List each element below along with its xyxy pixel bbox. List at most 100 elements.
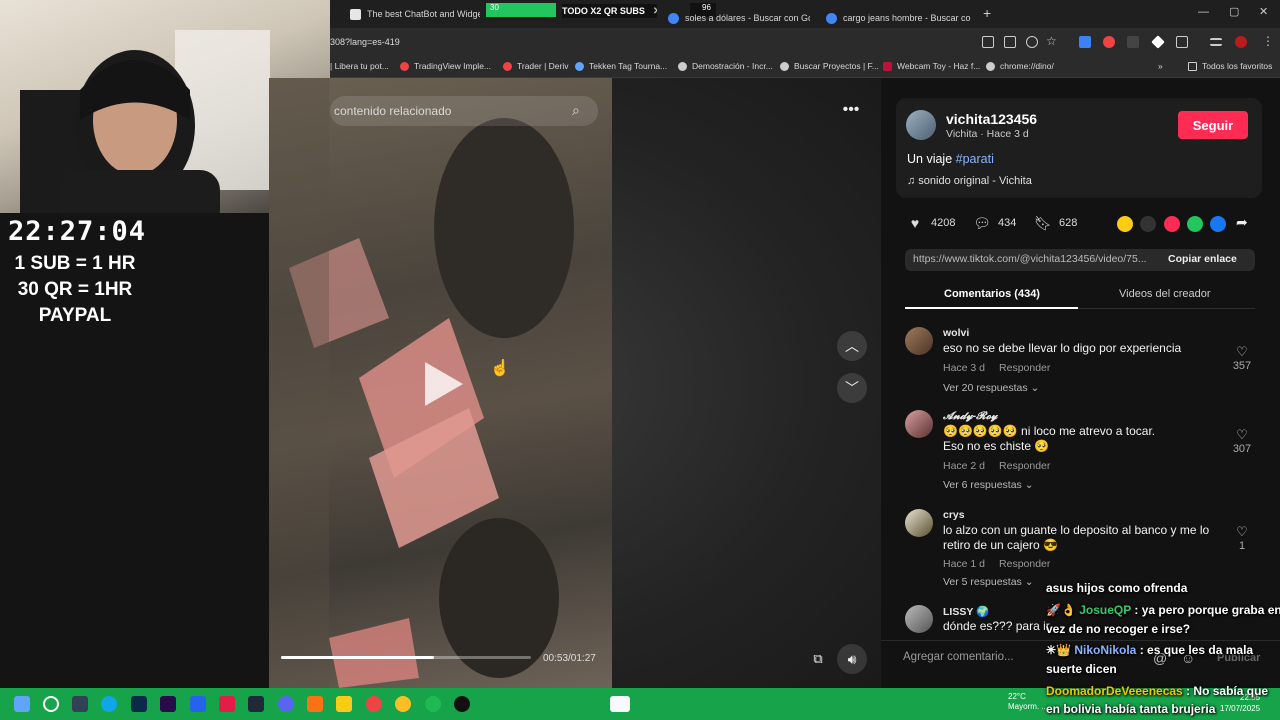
reply-button[interactable]: Responder (999, 362, 1050, 374)
new-tab-button[interactable]: + (983, 5, 991, 21)
extension-icon[interactable] (1103, 36, 1115, 48)
reply-button[interactable]: Responder (999, 558, 1050, 570)
related-search[interactable]: contenido relacionado ⌕ (330, 96, 598, 126)
brave-icon[interactable] (307, 696, 323, 712)
comment-author[interactable]: 𝓐𝓷𝓭𝔂-𝓡𝓸𝔂 (943, 410, 997, 423)
zoom-icon[interactable] (1026, 36, 1038, 48)
chevron-up-icon[interactable]: ︿ (837, 331, 867, 361)
chrome-icon[interactable] (395, 696, 411, 712)
more-bookmarks-icon[interactable]: » (1158, 61, 1163, 71)
avatar[interactable] (905, 410, 933, 438)
tab-creator-videos[interactable]: Videos del creador (1119, 288, 1211, 300)
comment-like-button[interactable]: ♡ 357 (1231, 344, 1253, 372)
minimize-button[interactable]: — (1198, 6, 1209, 18)
sound-link[interactable]: ♫ sonido original - Vichita (907, 175, 1032, 187)
video-link[interactable]: https://www.tiktok.com/@vichita123456/vi… (913, 253, 1159, 265)
comment-like-button[interactable]: ♡ 1 (1231, 524, 1253, 552)
send-icon[interactable] (1164, 216, 1180, 232)
bookmark[interactable]: Buscar Proyectos | F... (780, 61, 879, 71)
comment-age: Hace 2 d (943, 460, 986, 472)
spotify-icon[interactable] (425, 696, 441, 712)
search-icon[interactable] (43, 696, 59, 712)
close-icon[interactable]: ✕ (653, 6, 657, 17)
reply-button[interactable]: Responder (999, 460, 1050, 472)
bookmark[interactable]: chrome://dino/ (986, 61, 1054, 71)
window-preview-icon[interactable] (610, 696, 630, 712)
obs-icon[interactable] (454, 696, 470, 712)
save-stat[interactable]: 🔖︎ 628 (1034, 214, 1077, 232)
bookmark[interactable]: Trader | Deriv (503, 61, 569, 71)
play-icon[interactable] (425, 362, 463, 406)
avatar[interactable] (1235, 36, 1247, 48)
comment-author[interactable]: wolvi (943, 327, 969, 339)
like-stat[interactable]: ♥ 4208 (906, 214, 956, 232)
bookmark[interactable]: Demostración - Incr... (678, 61, 773, 71)
chat-username: NikoNikola (1074, 643, 1137, 657)
comment-author[interactable]: crys (943, 509, 965, 521)
premiere-icon[interactable] (160, 696, 176, 712)
extension-icon[interactable] (1127, 36, 1139, 48)
view-replies-button[interactable]: Ver 5 respuestas ⌄ (943, 576, 1034, 588)
comment-author[interactable]: LISSY 🌍 (943, 605, 989, 618)
tab-chatbot[interactable]: The best ChatBot and Widgets (350, 4, 480, 24)
gamepad-icon[interactable] (72, 696, 88, 712)
tab-soles[interactable]: soles a dólares - Buscar con Go ✕ (668, 8, 810, 28)
comment-input[interactable]: Agregar comentario... (903, 651, 1014, 663)
hashtag-link[interactable]: #parati (956, 152, 994, 166)
follow-button[interactable]: Seguir (1178, 111, 1248, 139)
comment-like-button[interactable]: ♡ 307 (1231, 427, 1253, 455)
cast-icon[interactable] (982, 36, 994, 48)
weather-widget[interactable]: 22°C Mayorm. ... (1008, 692, 1048, 712)
chevron-down-icon[interactable]: ﹀ (837, 373, 867, 403)
url-field[interactable]: 308?lang=es-419 (330, 37, 400, 47)
bookmark[interactable]: TradingView Imple... (400, 61, 491, 71)
heart-outline-icon: ♡ (1236, 524, 1248, 539)
opera-icon[interactable] (366, 696, 382, 712)
menu-list-icon[interactable] (1210, 38, 1222, 46)
video-progress-bar[interactable] (281, 656, 531, 659)
embed-icon[interactable] (1140, 216, 1156, 232)
extension-icon[interactable] (1079, 36, 1091, 48)
facebook-icon[interactable] (1210, 216, 1226, 232)
copy-link-button[interactable]: Copiar enlace (1168, 253, 1237, 265)
bookmark[interactable]: Webcam Toy - Haz f... (883, 61, 980, 71)
photoshop-icon[interactable] (131, 696, 147, 712)
volume-icon[interactable]: 🔊︎ (837, 644, 867, 674)
edge-icon[interactable] (101, 696, 117, 712)
view-replies-button[interactable]: Ver 20 respuestas ⌄ (943, 382, 1039, 394)
avatar[interactable] (905, 327, 933, 355)
extension-icon[interactable] (1151, 35, 1165, 49)
more-options-icon[interactable]: ••• (836, 95, 866, 125)
search-icon[interactable]: ⌕ (572, 102, 580, 119)
share-arrow-icon[interactable]: ➦ (1236, 214, 1248, 231)
author-username[interactable]: vichita123456 (946, 111, 1037, 127)
translate-icon[interactable] (1004, 36, 1016, 48)
store-icon[interactable] (190, 696, 206, 712)
deriv-icon[interactable] (219, 696, 235, 712)
bookmark[interactable]: | Libera tu pot... (330, 61, 389, 71)
tab-cargo-jeans[interactable]: cargo jeans hombre - Buscar con ✕ (826, 8, 971, 28)
repost-icon[interactable] (1117, 216, 1133, 232)
close-window-button[interactable]: ✕ (1259, 5, 1268, 18)
tab-comments[interactable]: Comentarios (434) (944, 288, 1040, 300)
view-replies-button[interactable]: Ver 6 respuestas ⌄ (943, 479, 1034, 491)
puzzle-icon[interactable] (1176, 36, 1188, 48)
more-vertical-icon[interactable]: ⋮ (1262, 34, 1274, 48)
link-box: https://www.tiktok.com/@vichita123456/vi… (905, 249, 1255, 271)
tab-todo-x2[interactable]: TODO X2 QR SUBS ✕ (562, 4, 657, 18)
avatar[interactable] (905, 509, 933, 537)
avatar[interactable] (905, 605, 933, 633)
folder-icon[interactable] (336, 696, 352, 712)
xbox-icon[interactable] (248, 696, 264, 712)
search-input[interactable]: contenido relacionado (334, 104, 451, 118)
all-favorites[interactable]: Todos los favoritos (1188, 61, 1272, 71)
mini-player-icon[interactable]: ⧉ (803, 644, 833, 674)
discord-icon[interactable] (278, 696, 294, 712)
maximize-button[interactable]: ▢ (1229, 5, 1239, 18)
windows-start-icon[interactable] (14, 696, 30, 712)
star-icon[interactable]: ☆ (1046, 34, 1057, 48)
comment-stat[interactable]: 💬︎ 434 (973, 214, 1016, 232)
avatar[interactable] (906, 110, 936, 140)
whatsapp-icon[interactable] (1187, 216, 1203, 232)
bookmark[interactable]: Tekken Tag Tourna... (575, 61, 667, 71)
